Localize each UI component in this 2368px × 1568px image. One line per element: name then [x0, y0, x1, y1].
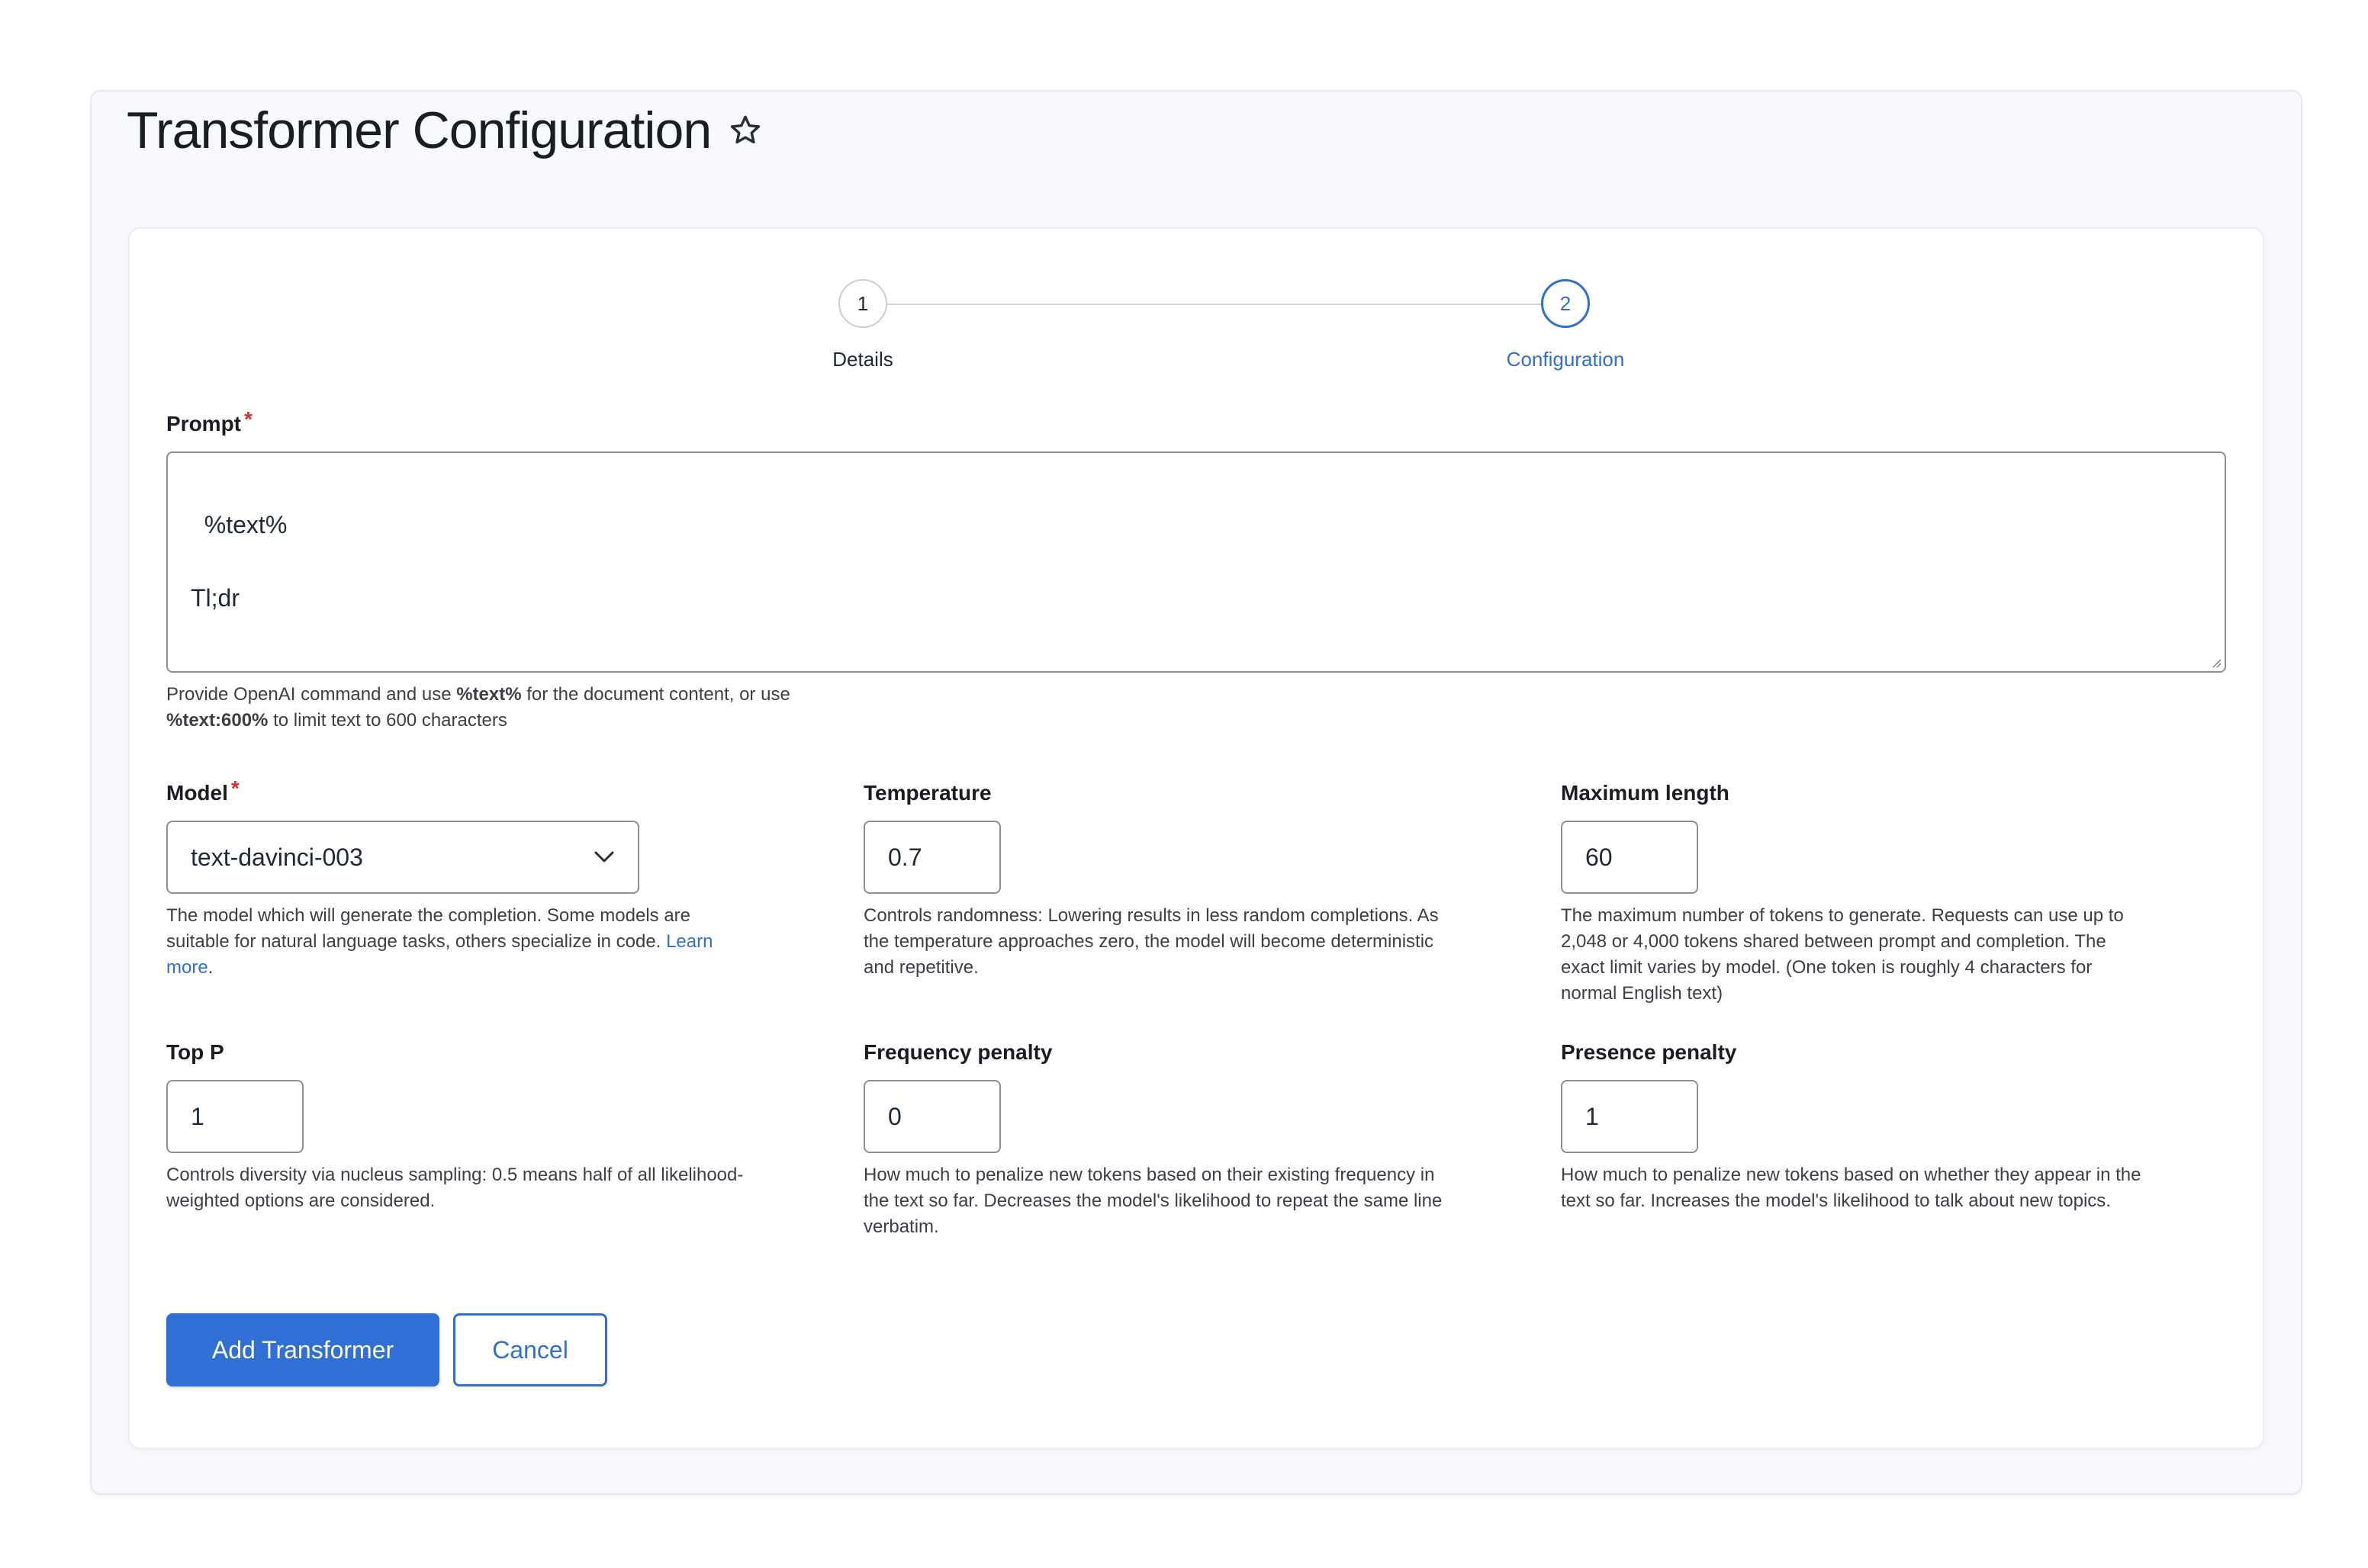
- prompt-textarea[interactable]: %text% Tl;dr: [166, 451, 2226, 673]
- temperature-help: Controls randomness: Lowering results in…: [864, 905, 1439, 978]
- presence-penalty-help: How much to penalize new tokens based on…: [1561, 1165, 2141, 1211]
- max-length-input[interactable]: 60: [1561, 821, 1698, 894]
- temperature-value: 0.7: [888, 843, 922, 871]
- top-p-value: 1: [191, 1102, 204, 1130]
- step-number-circle: 1: [838, 279, 887, 328]
- required-mark: *: [244, 407, 253, 431]
- step-label: Details: [832, 348, 893, 371]
- top-p-help: Controls diversity via nucleus sampling:…: [166, 1165, 744, 1211]
- model-select[interactable]: text-davinci-003: [166, 821, 639, 894]
- presence-penalty-input[interactable]: 1: [1561, 1080, 1698, 1153]
- step-label: Configuration: [1506, 348, 1625, 371]
- learn-more-link[interactable]: Learn: [666, 931, 713, 952]
- model-label: Model *: [166, 776, 240, 805]
- max-length-label: Maximum length: [1561, 781, 1729, 805]
- presence-penalty-value: 1: [1585, 1102, 1599, 1130]
- required-mark: *: [230, 776, 240, 800]
- step-details[interactable]: 1 Details: [748, 279, 977, 371]
- model-select-value: text-davinci-003: [191, 843, 363, 871]
- frequency-penalty-help: How much to penalize new tokens based on…: [864, 1165, 1443, 1237]
- top-p-label: Top P: [166, 1040, 224, 1064]
- max-length-value: 60: [1585, 843, 1613, 871]
- presence-penalty-label: Presence penalty: [1561, 1040, 1737, 1064]
- chevron-down-icon: [594, 851, 614, 863]
- prompt-help: Provide OpenAI command and use %text% fo…: [166, 684, 790, 731]
- page-header: Transformer Configuration: [127, 101, 763, 160]
- frequency-penalty-label: Frequency penalty: [864, 1040, 1053, 1064]
- cancel-button[interactable]: Cancel: [453, 1313, 607, 1386]
- resize-grip-icon[interactable]: [2209, 656, 2222, 668]
- top-p-input[interactable]: 1: [166, 1080, 304, 1153]
- frequency-penalty-input[interactable]: 0: [864, 1080, 1001, 1153]
- prompt-value: %text% Tl;dr: [191, 511, 288, 612]
- stepper-connector: [886, 304, 1543, 305]
- learn-more-link-cont[interactable]: more: [166, 957, 208, 978]
- temperature-label: Temperature: [864, 781, 992, 805]
- step-configuration[interactable]: 2 Configuration: [1451, 279, 1680, 371]
- step-number-circle: 2: [1541, 279, 1590, 328]
- star-icon[interactable]: [728, 113, 763, 148]
- page-title: Transformer Configuration: [127, 101, 712, 159]
- temperature-input[interactable]: 0.7: [864, 821, 1001, 894]
- frequency-penalty-value: 0: [888, 1102, 902, 1130]
- max-length-help: The maximum number of tokens to generate…: [1561, 905, 2124, 1004]
- add-transformer-button[interactable]: Add Transformer: [166, 1313, 439, 1386]
- model-help: The model which will generate the comple…: [166, 905, 713, 978]
- prompt-label: Prompt *: [166, 407, 253, 435]
